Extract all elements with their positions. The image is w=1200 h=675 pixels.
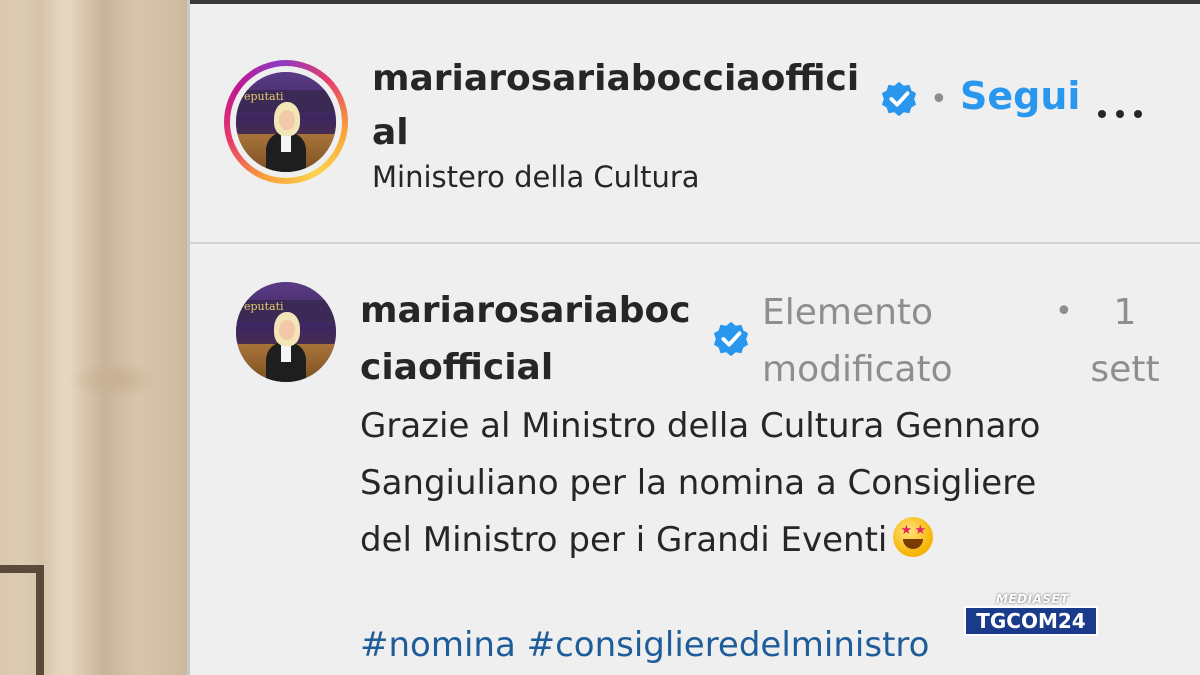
post-caption: Grazie al Ministro della Cultura Gennaro… [360, 398, 1150, 569]
post-username[interactable]: mariarosariaboccia­official [360, 282, 705, 396]
network-label: MEDIASET [996, 592, 1069, 606]
panel-top-border [190, 0, 1200, 4]
separator-dot: • [1055, 294, 1073, 329]
picture-frame [0, 565, 44, 675]
location-label[interactable]: Ministero della Cultura [372, 160, 700, 194]
channel-brand: TGCOM24 [964, 606, 1098, 636]
caption-line: del Ministro per i Grandi Eventi ★ ★ [360, 512, 1150, 569]
screen: eputati mariarosariabocciaofficial • Seg… [0, 0, 1200, 675]
post-timestamp[interactable]: 1 sett [1080, 284, 1170, 398]
verified-badge-icon [713, 321, 749, 357]
caption-line: Grazie al Ministro della Cultura Gennaro [360, 406, 1041, 446]
background-blurred-room [0, 0, 190, 675]
caption-line: Sangiuliano per la nomina a Consigliere [360, 463, 1037, 503]
comment-avatar[interactable]: eputati [236, 282, 336, 382]
divider [190, 242, 1200, 244]
more-options-icon[interactable] [1098, 102, 1158, 126]
follow-button[interactable]: Segui [960, 74, 1080, 118]
avatar-banner-text: eputati [244, 300, 284, 313]
hashtag-link[interactable]: #nomina [360, 625, 516, 665]
verified-badge-icon [881, 81, 917, 117]
panel-left-border [187, 0, 190, 675]
separator-dot: • [930, 82, 948, 117]
profile-avatar[interactable]: eputati [236, 72, 336, 172]
hashtag-link[interactable]: #consigliere­delministro [527, 625, 930, 665]
avatar-banner-text: eputati [244, 90, 284, 103]
star-struck-emoji-icon: ★ ★ [893, 517, 934, 557]
profile-username[interactable]: mariarosariabocciaofficial [372, 52, 862, 160]
edited-label: Elemento modificato [762, 292, 953, 390]
broadcaster-logo: MEDIASET TGCOM24 [960, 592, 1100, 642]
